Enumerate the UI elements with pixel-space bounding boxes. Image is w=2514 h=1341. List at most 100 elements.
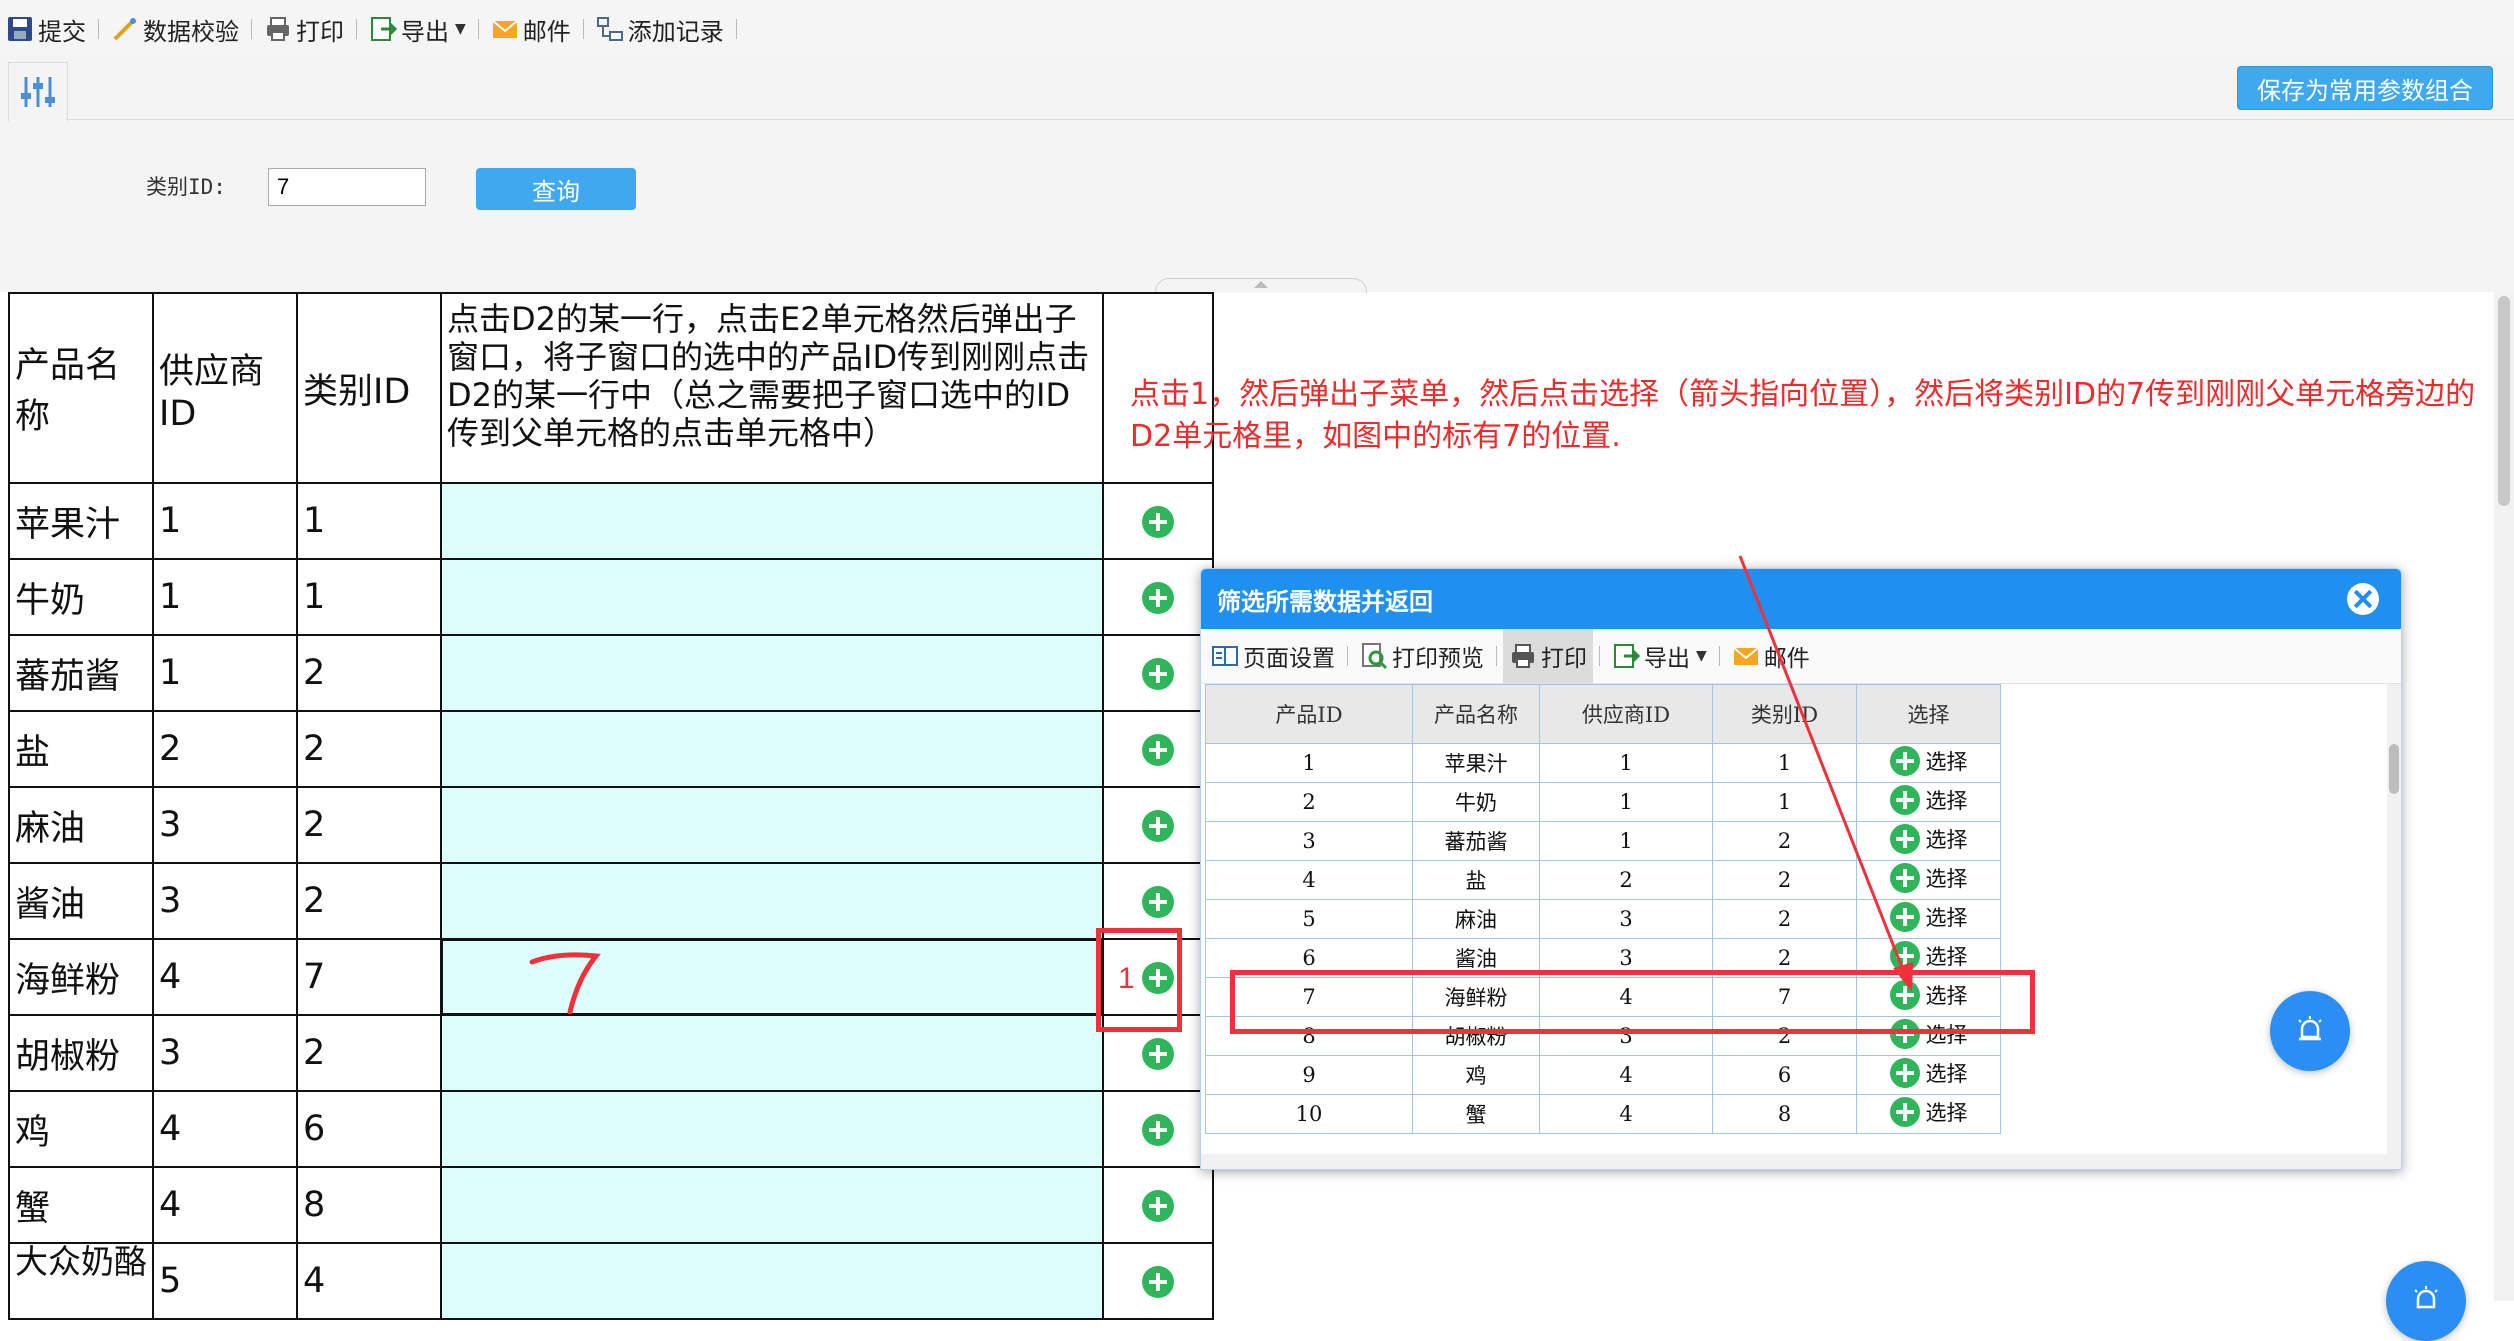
select-button[interactable]: 选择 bbox=[1889, 1057, 1968, 1088]
add-circle-icon[interactable] bbox=[1142, 506, 1174, 538]
toolbar-divider bbox=[1496, 646, 1497, 666]
dialog-export-button[interactable]: 导出 ▼ bbox=[1606, 629, 1713, 683]
panel-collapse-handle[interactable] bbox=[1155, 278, 1367, 293]
table-row-selected: 海鲜粉 4 7 bbox=[8, 938, 1214, 1016]
cell-category-id: 2 bbox=[1712, 821, 1857, 861]
add-circle-icon bbox=[1889, 784, 1920, 815]
cell-product-name: 蕃茄酱 bbox=[1412, 821, 1540, 861]
cell-product-id: 9 bbox=[1205, 1055, 1413, 1095]
cell-supplier-id: 3 bbox=[152, 786, 298, 864]
cell-d2-input[interactable] bbox=[440, 1166, 1104, 1244]
cell-d2-input[interactable] bbox=[440, 482, 1104, 560]
cell-d2-input[interactable] bbox=[440, 862, 1104, 940]
scrollbar-thumb[interactable] bbox=[2389, 744, 2399, 794]
cell-product-name: 盐 bbox=[1412, 860, 1540, 900]
select-button[interactable]: 选择 bbox=[1889, 784, 1968, 815]
close-icon[interactable] bbox=[2347, 583, 2379, 615]
select-button[interactable]: 选择 bbox=[1889, 745, 1968, 776]
highlight-box-dialog-row bbox=[1230, 970, 2035, 1034]
select-button[interactable]: 选择 bbox=[1889, 1096, 1968, 1127]
cell-supplier-id: 4 bbox=[1539, 1055, 1713, 1095]
submit-button[interactable]: 提交 bbox=[0, 0, 92, 58]
export-button[interactable]: 导出 ▼ bbox=[363, 0, 472, 58]
table-row: 牛奶 1 1 bbox=[8, 558, 1214, 636]
parameter-toggle-tab[interactable] bbox=[8, 62, 68, 121]
add-circle-icon bbox=[1889, 823, 1920, 854]
save-param-combo-button[interactable]: 保存为常用参数组合 bbox=[2237, 66, 2493, 110]
select-button[interactable]: 选择 bbox=[1889, 862, 1968, 893]
cell-product-name: 牛奶 bbox=[8, 558, 154, 636]
cell-d2-input[interactable] bbox=[440, 1014, 1104, 1092]
add-circle-icon[interactable] bbox=[1142, 734, 1174, 766]
export-label: 导出 bbox=[401, 17, 449, 46]
add-circle-icon[interactable] bbox=[1142, 582, 1174, 614]
alarm-icon bbox=[2414, 1286, 2438, 1309]
query-button[interactable]: 查询 bbox=[476, 168, 636, 210]
select-label: 选择 bbox=[1925, 749, 1968, 774]
product-select-table: 产品ID 产品名称 供应商ID 类别ID 选择 1 苹果汁 1 1 选择 2 牛… bbox=[1205, 684, 2001, 1134]
dialog-body: 产品ID 产品名称 供应商ID 类别ID 选择 1 苹果汁 1 1 选择 2 牛… bbox=[1201, 684, 2401, 1169]
highlight-box-action bbox=[1096, 928, 1182, 1032]
add-circle-icon[interactable] bbox=[1142, 886, 1174, 918]
cell-e2-action[interactable] bbox=[1102, 1242, 1214, 1320]
add-circle-icon bbox=[1889, 1096, 1920, 1127]
select-label: 选择 bbox=[1925, 788, 1968, 813]
sliders-icon bbox=[21, 77, 55, 107]
select-button[interactable]: 选择 bbox=[1889, 823, 1968, 854]
scrollbar-thumb[interactable] bbox=[2498, 296, 2510, 506]
page-setup-icon bbox=[1211, 642, 1239, 670]
cell-e2-action[interactable] bbox=[1102, 482, 1214, 560]
cell-category-id: 1 bbox=[296, 558, 442, 636]
select-button[interactable]: 选择 bbox=[1889, 901, 1968, 932]
cell-e2-action[interactable] bbox=[1102, 1090, 1214, 1168]
cell-supplier-id: 4 bbox=[1539, 1094, 1713, 1134]
cell-d2-input[interactable] bbox=[440, 786, 1104, 864]
cell-d2-input[interactable] bbox=[440, 710, 1104, 788]
data-validate-label: 数据校验 bbox=[143, 17, 239, 46]
add-circle-icon[interactable] bbox=[1142, 658, 1174, 690]
cell-e2-action[interactable] bbox=[1102, 786, 1214, 864]
add-circle-icon[interactable] bbox=[1142, 810, 1174, 842]
cell-product-id: 1 bbox=[1205, 743, 1413, 783]
cell-e2-action[interactable] bbox=[1102, 710, 1214, 788]
cell-category-id: 6 bbox=[296, 1090, 442, 1168]
mail-button[interactable]: 邮件 bbox=[485, 0, 577, 58]
header-product-name: 产品名称 bbox=[1412, 684, 1540, 744]
floating-alarm-button-partial[interactable] bbox=[2386, 1261, 2466, 1341]
cell-category-id: 8 bbox=[296, 1166, 442, 1244]
table-row: 5 麻油 3 2 选择 bbox=[1205, 899, 2001, 939]
mail-icon bbox=[1732, 642, 1760, 670]
cell-e2-action[interactable] bbox=[1102, 558, 1214, 636]
add-circle-icon bbox=[1889, 862, 1920, 893]
cell-e2-action[interactable] bbox=[1102, 1166, 1214, 1244]
dialog-vertical-scrollbar[interactable] bbox=[2387, 684, 2401, 1154]
cell-d2-input[interactable] bbox=[440, 634, 1104, 712]
cell-select: 选择 bbox=[1856, 782, 2001, 822]
add-record-button[interactable]: 添加记录 bbox=[590, 0, 730, 58]
cell-d2-input[interactable] bbox=[440, 1242, 1104, 1320]
data-validate-button[interactable]: 数据校验 bbox=[105, 0, 245, 58]
header-product-id: 产品ID bbox=[1205, 684, 1413, 744]
add-circle-icon[interactable] bbox=[1142, 1114, 1174, 1146]
select-label: 选择 bbox=[1925, 1061, 1968, 1086]
select-button[interactable]: 选择 bbox=[1889, 940, 1968, 971]
print-button[interactable]: 打印 bbox=[258, 0, 350, 58]
dialog-mail-button[interactable]: 邮件 bbox=[1726, 629, 1816, 683]
page-scrollbar[interactable] bbox=[2494, 292, 2514, 1301]
mail-icon bbox=[491, 15, 519, 43]
cell-select: 选择 bbox=[1856, 1094, 2001, 1134]
add-circle-icon[interactable] bbox=[1142, 1266, 1174, 1298]
add-circle-icon[interactable] bbox=[1142, 1038, 1174, 1070]
cell-d2-input[interactable] bbox=[440, 558, 1104, 636]
print-preview-button[interactable]: 打印预览 bbox=[1354, 629, 1490, 683]
add-circle-icon[interactable] bbox=[1142, 1190, 1174, 1222]
page-setup-button[interactable]: 页面设置 bbox=[1205, 629, 1341, 683]
dialog-print-button[interactable]: 打印 bbox=[1503, 629, 1593, 683]
table-row: 蟹 4 8 bbox=[8, 1166, 1214, 1244]
dialog-horizontal-scrollbar[interactable] bbox=[1201, 1154, 2401, 1169]
category-id-input[interactable] bbox=[268, 168, 426, 206]
cell-e2-action[interactable] bbox=[1102, 634, 1214, 712]
floating-alarm-button[interactable] bbox=[2270, 991, 2350, 1071]
cell-product-name: 苹果汁 bbox=[8, 482, 154, 560]
cell-d2-input[interactable] bbox=[440, 1090, 1104, 1168]
